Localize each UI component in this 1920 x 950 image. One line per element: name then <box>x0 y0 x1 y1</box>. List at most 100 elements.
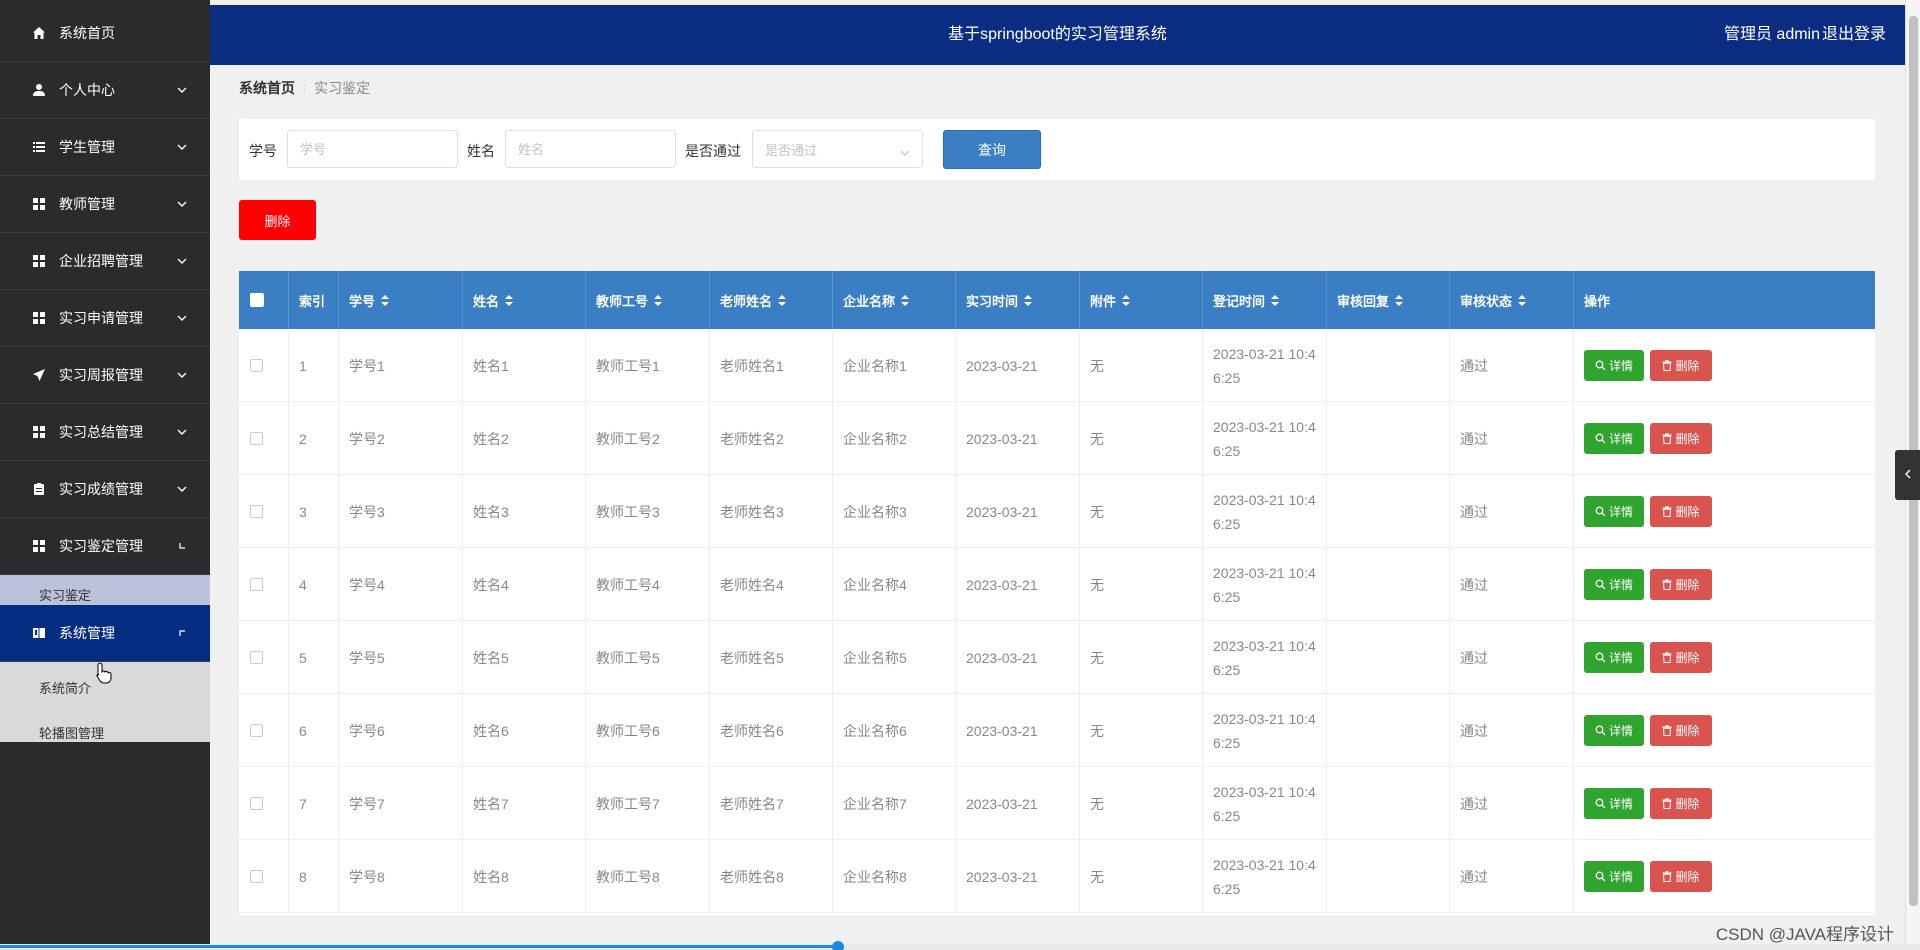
logout-link[interactable]: 退出登录 <box>1822 5 1886 65</box>
detail-button[interactable]: 详情 <box>1584 350 1644 381</box>
row-delete-button[interactable]: 删除 <box>1650 642 1712 673</box>
passed-select-placeholder: 是否通过 <box>765 142 818 158</box>
sidebar-item-appraisal[interactable]: 实习鉴定管理 <box>0 518 210 575</box>
sort-icon[interactable] <box>1518 294 1527 306</box>
sort-icon[interactable] <box>505 294 514 306</box>
detail-button[interactable]: 详情 <box>1584 861 1644 892</box>
table-cell-teacher-name: 老师姓名8 <box>710 840 833 913</box>
sort-icon[interactable] <box>1271 294 1280 306</box>
sort-icon[interactable] <box>1395 294 1404 306</box>
sidebar-item-weekly-reports[interactable]: 实习周报管理 <box>0 347 210 404</box>
column-header[interactable]: 老师姓名 <box>710 271 833 329</box>
row-delete-button[interactable]: 删除 <box>1650 861 1712 892</box>
sidebar-item-grades[interactable]: 实习成绩管理 <box>0 461 210 518</box>
cell-value: 5 <box>299 649 307 666</box>
cell-value: 学号2 <box>349 430 385 447</box>
table-cell-date: 2023-03-21 <box>956 329 1080 402</box>
search-icon <box>1595 579 1606 590</box>
data-table: 索引 学号 姓名 教师工号 老师姓名 企业名称 实习时间 附件 登记时间 审核回… <box>239 271 1875 915</box>
name-input[interactable] <box>505 130 676 168</box>
sidebar-item-label: 个人中心 <box>59 82 115 98</box>
row-checkbox[interactable] <box>250 578 263 591</box>
sort-icon[interactable] <box>1024 294 1033 306</box>
progress-knob[interactable] <box>832 941 844 950</box>
cell-value: 老师姓名1 <box>720 357 784 374</box>
row-delete-button[interactable]: 删除 <box>1650 715 1712 746</box>
row-checkbox[interactable] <box>250 724 263 737</box>
detail-button[interactable]: 详情 <box>1584 642 1644 673</box>
sort-icon[interactable] <box>901 294 910 306</box>
cell-value: 企业名称1 <box>843 357 907 374</box>
sort-icon[interactable] <box>778 294 787 306</box>
cell-value: 学号6 <box>349 722 385 739</box>
column-header[interactable]: 学号 <box>339 271 463 329</box>
detail-button[interactable]: 详情 <box>1584 569 1644 600</box>
cell-value: 2023-03-21 <box>966 649 1038 666</box>
cell-value: 学号8 <box>349 868 385 885</box>
detail-button[interactable]: 详情 <box>1584 788 1644 819</box>
sidebar-item-system[interactable]: 系统管理 <box>0 605 210 662</box>
detail-button[interactable]: 详情 <box>1584 496 1644 527</box>
sidebar-item-recruitment[interactable]: 企业招聘管理 <box>0 233 210 290</box>
submenu-item-carousel[interactable]: 轮播图管理 <box>0 712 210 742</box>
sidebar-item-home[interactable]: 系统首页 <box>0 5 210 62</box>
student-no-input[interactable] <box>287 130 458 168</box>
detail-button[interactable]: 详情 <box>1584 423 1644 454</box>
table-cell-status: 通过 <box>1450 475 1574 548</box>
row-delete-button[interactable]: 删除 <box>1650 350 1712 381</box>
column-header-label: 教师工号 <box>596 293 649 309</box>
app-root: 系统首页 个人中心 学生管理 教师管理 企业招聘管理 实习申请管理 实习周报管理… <box>0 0 1920 950</box>
sort-icon[interactable] <box>1122 294 1131 306</box>
row-checkbox[interactable] <box>250 432 263 445</box>
grid-icon <box>31 424 47 440</box>
table-cell-attachment: 无 <box>1080 621 1203 694</box>
column-header[interactable]: 审核回复 <box>1327 271 1450 329</box>
cell-value: 老师姓名8 <box>720 868 784 885</box>
column-header[interactable]: 审核状态 <box>1450 271 1574 329</box>
sidebar-item-applications[interactable]: 实习申请管理 <box>0 290 210 347</box>
detail-button[interactable]: 详情 <box>1584 715 1644 746</box>
column-header[interactable]: 登记时间 <box>1203 271 1327 329</box>
query-button[interactable]: 查询 <box>943 130 1041 169</box>
trash-icon <box>1662 725 1672 736</box>
table-row: 6 学号6 姓名6 教师工号6 老师姓名6 企业名称6 2023-03-21 无 2023-03… <box>239 694 1875 767</box>
panel-toggle-button[interactable] <box>1895 450 1920 500</box>
cell-value: 教师工号3 <box>596 503 660 520</box>
sidebar-item-students[interactable]: 学生管理 <box>0 119 210 176</box>
row-delete-button[interactable]: 删除 <box>1650 423 1712 454</box>
row-checkbox[interactable] <box>250 505 263 518</box>
column-header[interactable]: 附件 <box>1080 271 1203 329</box>
row-checkbox[interactable] <box>250 359 263 372</box>
table-cell-date: 2023-03-21 <box>956 402 1080 475</box>
sidebar-item-summaries[interactable]: 实习总结管理 <box>0 404 210 461</box>
sort-icon[interactable] <box>654 294 663 306</box>
sidebar-item-teachers[interactable]: 教师管理 <box>0 176 210 233</box>
column-header[interactable]: 姓名 <box>463 271 586 329</box>
row-delete-button[interactable]: 删除 <box>1650 496 1712 527</box>
submenu-item-appraisal[interactable]: 实习鉴定 <box>0 575 210 605</box>
sidebar-item-profile[interactable]: 个人中心 <box>0 62 210 119</box>
passed-select[interactable]: 是否通过 <box>752 130 923 168</box>
search-icon <box>1595 506 1606 517</box>
column-header[interactable]: 实习时间 <box>956 271 1080 329</box>
table-cell-index: 2 <box>289 402 339 475</box>
row-delete-button[interactable]: 删除 <box>1650 788 1712 819</box>
submenu-item-label: 系统简介 <box>39 680 92 696</box>
row-checkbox[interactable] <box>250 797 263 810</box>
select-all-checkbox[interactable] <box>250 293 264 307</box>
table-cell-attachment: 无 <box>1080 694 1203 767</box>
table-cell-student-no: 学号6 <box>339 694 463 767</box>
row-select-cell <box>239 548 289 621</box>
row-checkbox[interactable] <box>250 870 263 883</box>
breadcrumb-home[interactable]: 系统首页 <box>239 78 295 98</box>
column-header[interactable]: 教师工号 <box>586 271 710 329</box>
row-checkbox[interactable] <box>250 651 263 664</box>
row-delete-button[interactable]: 删除 <box>1650 569 1712 600</box>
sort-icon[interactable] <box>381 294 390 306</box>
table-cell-date: 2023-03-21 <box>956 840 1080 913</box>
table-cell-reply <box>1327 840 1450 913</box>
column-header[interactable]: 企业名称 <box>833 271 956 329</box>
bulk-delete-button[interactable]: 删除 <box>239 200 316 240</box>
video-progress-bar[interactable] <box>0 941 1920 950</box>
chevron-down-icon <box>176 312 188 324</box>
